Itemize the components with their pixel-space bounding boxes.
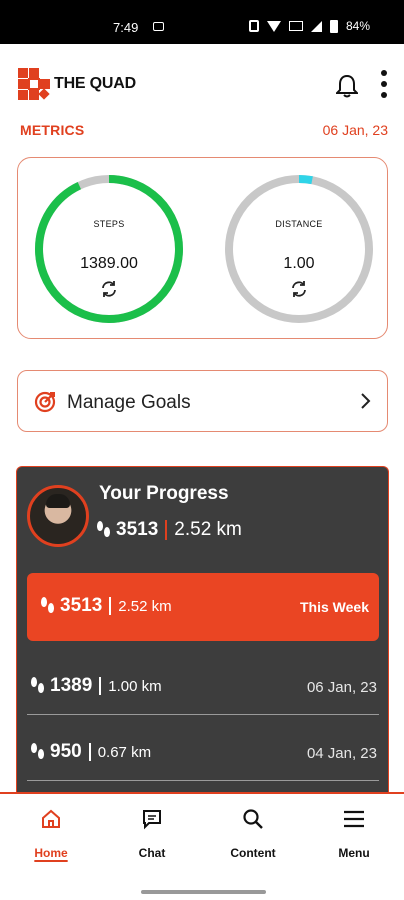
manage-goals-button[interactable]: Manage Goals <box>17 370 388 432</box>
chevron-right-icon <box>361 393 371 409</box>
nav-menu-label: Menu <box>338 846 370 860</box>
notification-bell-icon[interactable] <box>336 74 358 98</box>
status-icons: 84% <box>248 19 370 33</box>
bottom-navigation: Home Chat Content Menu <box>0 792 404 900</box>
nav-chat-label: Chat <box>138 846 166 860</box>
day-steps: 950 <box>50 741 82 762</box>
chat-icon <box>143 810 161 830</box>
list-item[interactable]: 950 0.67 km 04 Jan, 23 <box>27 719 379 781</box>
progress-title: Your Progress <box>99 483 229 504</box>
gesture-home-bar[interactable] <box>141 890 266 894</box>
footsteps-icon <box>97 521 111 539</box>
distance-value: 1.00 <box>283 255 315 272</box>
day-steps: 1389 <box>50 675 93 696</box>
steps-ring <box>35 175 183 323</box>
nav-home[interactable]: Home <box>11 806 91 860</box>
nav-content-label: Content <box>230 846 276 860</box>
refresh-icon[interactable] <box>99 279 119 299</box>
battery-percent: 84% <box>345 19 370 33</box>
divider <box>165 520 168 540</box>
footsteps-icon <box>41 597 55 615</box>
vibrate-icon <box>248 20 259 32</box>
metrics-row: METRICS 06 Jan, 23 <box>20 120 388 140</box>
metrics-date: 06 Jan, 23 <box>322 122 388 138</box>
battery-icon <box>329 19 338 33</box>
menu-icon <box>344 810 364 828</box>
wifi-icon <box>266 20 281 32</box>
nav-content[interactable]: Content <box>213 806 293 860</box>
screen-record-icon <box>153 22 164 31</box>
avatar[interactable] <box>27 485 89 547</box>
your-progress-card: Your Progress 3513 2.52 km 3513 2.52 km … <box>16 466 389 800</box>
week-label: This Week <box>300 599 369 615</box>
distance-ring <box>225 175 373 323</box>
footsteps-icon <box>31 677 45 695</box>
week-distance: 2.52 km <box>118 597 172 615</box>
target-icon <box>34 391 56 413</box>
sim-icon <box>288 21 303 31</box>
distance-gauge: DISTANCE 1.00 <box>224 174 374 324</box>
metrics-card: STEPS 1389.00 DISTANCE 1.00 <box>17 157 388 339</box>
footsteps-icon <box>31 743 45 761</box>
app-header: THE QUAD <box>18 64 388 104</box>
logo-text: THE QUAD <box>54 75 136 92</box>
day-date: 04 Jan, 23 <box>306 745 377 762</box>
nav-home-label: Home <box>34 846 68 860</box>
steps-gauge: STEPS 1389.00 <box>34 174 184 324</box>
divider <box>99 677 102 695</box>
day-date: 06 Jan, 23 <box>306 679 377 696</box>
search-icon <box>243 809 263 829</box>
steps-label: STEPS <box>93 219 125 229</box>
progress-totals: 3513 2.52 km <box>97 519 242 541</box>
nav-menu[interactable]: Menu <box>314 806 394 860</box>
total-distance: 2.52 km <box>174 519 242 540</box>
refresh-icon[interactable] <box>289 279 309 299</box>
signal-icon <box>310 20 322 32</box>
total-steps: 3513 <box>116 519 159 540</box>
week-steps: 3513 <box>60 595 103 616</box>
this-week-row[interactable]: 3513 2.52 km This Week <box>27 573 379 641</box>
metrics-title: METRICS <box>20 122 85 138</box>
nav-chat[interactable]: Chat <box>112 806 192 860</box>
status-time: 7:49 <box>113 20 139 35</box>
quad-logo-icon <box>18 68 50 100</box>
distance-label: DISTANCE <box>275 219 323 229</box>
manage-goals-label: Manage Goals <box>67 392 191 413</box>
day-distance: 0.67 km <box>97 743 152 761</box>
home-icon <box>42 809 60 828</box>
more-options-icon[interactable] <box>380 70 388 98</box>
day-distance: 1.00 km <box>108 677 162 695</box>
divider <box>88 743 91 761</box>
divider <box>109 597 112 615</box>
status-bar: 7:49 84% <box>0 0 404 44</box>
app-logo: THE QUAD <box>18 68 136 100</box>
steps-value: 1389.00 <box>80 255 138 272</box>
list-item[interactable]: 1389 1.00 km 06 Jan, 23 <box>27 653 379 715</box>
